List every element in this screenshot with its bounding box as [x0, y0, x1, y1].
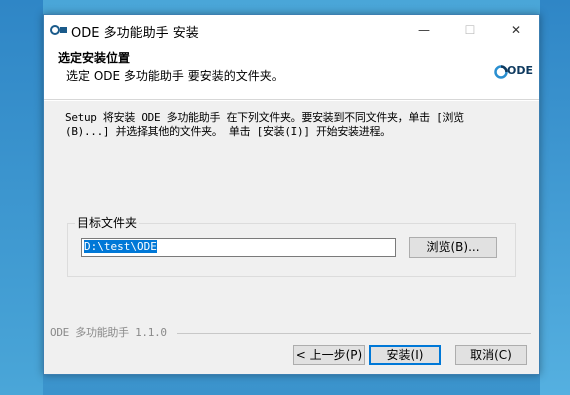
desktop-background-left — [0, 0, 43, 395]
logo-text: ODE — [507, 64, 533, 77]
title-bar[interactable]: ODE 多功能助手 安装 — ☐ ✕ — [44, 15, 539, 45]
page-subtitle: 选定 ODE 多功能助手 要安装的文件夹。 — [66, 69, 284, 83]
installer-window: ODE 多功能助手 安装 — ☐ ✕ 选定安装位置 选定 ODE 多功能助手 要… — [43, 14, 540, 375]
minimize-button[interactable]: — — [401, 15, 447, 45]
destination-path-input[interactable]: D:\test\ODE — [81, 238, 396, 257]
branding-text: ODE 多功能助手 1.1.0 — [50, 326, 167, 339]
footer-divider — [177, 333, 531, 334]
header-divider — [44, 100, 539, 101]
page-title: 选定安装位置 — [58, 51, 131, 65]
desktop-background-right — [540, 0, 570, 395]
cancel-button[interactable]: 取消(C) — [455, 345, 527, 365]
browse-button[interactable]: 浏览(B)... — [409, 237, 497, 258]
minimize-icon: — — [418, 23, 430, 37]
page-header: 选定安装位置 选定 ODE 多功能助手 要安装的文件夹。 ODE — [44, 45, 539, 100]
back-button[interactable]: < 上一步(P) — [293, 345, 365, 365]
close-icon: ✕ — [510, 23, 522, 37]
install-description: Setup 将安装 ODE 多功能助手 在下列文件夹。要安装到不同文件夹，单击 … — [65, 111, 464, 138]
destination-path-value: D:\test\ODE — [84, 240, 157, 253]
maximize-button[interactable]: ☐ — [447, 15, 493, 45]
destination-group-label: 目标文件夹 — [75, 214, 140, 231]
window-title: ODE 多功能助手 安装 — [71, 26, 199, 41]
app-icon — [50, 25, 67, 35]
close-button[interactable]: ✕ — [493, 15, 539, 45]
install-button[interactable]: 安装(I) — [369, 345, 441, 365]
maximize-icon: ☐ — [464, 23, 476, 37]
